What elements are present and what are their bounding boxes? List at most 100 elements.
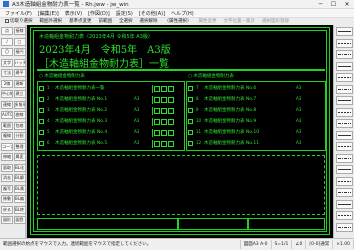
- line-style-button[interactable]: [336, 38, 353, 48]
- table-row[interactable]: 10 木造軸組金物耐力表 No.9 A3: [188, 118, 326, 128]
- row-checkbox[interactable]: [39, 130, 44, 135]
- tool-button[interactable]: BL解: [13, 174, 26, 182]
- line-style-button[interactable]: [336, 199, 353, 209]
- line-style-button[interactable]: [336, 107, 353, 117]
- tool-button[interactable]: BL化: [13, 163, 26, 172]
- row-checkbox[interactable]: [188, 130, 193, 135]
- tool-button[interactable]: 多角形: [13, 100, 26, 109]
- line-style-button[interactable]: [336, 130, 353, 140]
- maximize-button[interactable]: ☐: [327, 0, 340, 9]
- menu-view[interactable]: 表示(V): [62, 10, 85, 17]
- table-row[interactable]: 12 木造軸組金物耐力表 No.11 A3: [188, 140, 326, 150]
- tool-button[interactable]: 点: [1, 27, 13, 35]
- zoom-level[interactable]: ×1.00: [333, 240, 354, 249]
- tool-button[interactable]: 分割: [13, 132, 26, 140]
- table-row[interactable]: 3 木造軸組金物耐力表 No.2 A3: [39, 107, 184, 117]
- tool-button[interactable]: 複線: [1, 132, 13, 140]
- tool-button[interactable]: 建立: [13, 90, 26, 98]
- line-style-button[interactable]: [336, 176, 353, 186]
- tool-button[interactable]: ハッチ: [13, 58, 26, 67]
- line-style-button[interactable]: [336, 165, 353, 174]
- current-layer[interactable]: [0-0]通常: [306, 240, 334, 249]
- table-row[interactable]: 11 木造軸組金物耐力表 No.10 A3: [188, 129, 326, 139]
- attribute-select-button[interactable]: 〈属性選択〉: [163, 18, 194, 25]
- tool-button[interactable]: 整理: [13, 142, 26, 151]
- table-row[interactable]: 9 木造軸組金物耐力表 No.8 A3: [188, 107, 326, 117]
- table-row[interactable]: 6 木造軸組金物耐力表 No.5 A3: [39, 140, 184, 150]
- tool-button[interactable]: 建平: [13, 69, 26, 77]
- table-row[interactable]: 4 木造軸組金物耐力表 No.3 A3: [39, 118, 184, 128]
- menu-settings[interactable]: 設定(S): [113, 10, 136, 17]
- text-position-button[interactable]: 文字位置・集計: [222, 18, 258, 25]
- line-style-button[interactable]: [336, 153, 353, 163]
- attribute-change-button[interactable]: 属性変更: [197, 18, 219, 25]
- close-button[interactable]: ✕: [340, 0, 354, 9]
- tool-button[interactable]: 接円: [13, 48, 26, 56]
- menu-help[interactable]: ヘルプ(H): [168, 10, 197, 17]
- angle-readout[interactable]: ∠0: [292, 240, 307, 249]
- tool-button[interactable]: 面取: [1, 163, 13, 172]
- tool-button[interactable]: 連線: [1, 100, 13, 109]
- tool-button[interactable]: 中心線: [1, 90, 13, 98]
- line-style-button[interactable]: [336, 142, 353, 151]
- register-figure-button[interactable]: 選択図形登録: [260, 18, 291, 25]
- row-checkbox[interactable]: [39, 86, 44, 91]
- row-checkbox[interactable]: [188, 141, 193, 146]
- tool-button[interactable]: 寸法: [1, 69, 13, 77]
- tool-button[interactable]: □: [13, 37, 26, 46]
- row-checkbox[interactable]: [188, 108, 193, 113]
- tool-button[interactable]: 包絡: [13, 121, 26, 130]
- tool-button[interactable]: 〇: [1, 48, 13, 56]
- tool-button[interactable]: 移動: [1, 195, 13, 203]
- line-style-button[interactable]: [336, 119, 353, 128]
- tool-button[interactable]: 属変: [13, 153, 26, 161]
- tool-button[interactable]: BL属: [13, 184, 26, 193]
- deselect-button[interactable]: 選択解除: [138, 18, 160, 25]
- base-point-button[interactable]: 基準点変更: [67, 18, 94, 25]
- tool-button[interactable]: 消去: [1, 174, 13, 182]
- row-checkbox[interactable]: [188, 119, 193, 124]
- row-checkbox[interactable]: [39, 119, 44, 124]
- tool-button[interactable]: AUTO: [1, 111, 13, 119]
- tool-button[interactable]: コーナー: [1, 142, 13, 151]
- row-checkbox[interactable]: [188, 86, 193, 91]
- table-row[interactable]: 7 木造軸組金物耐力表 No.6 A3: [188, 85, 326, 95]
- line-style-button[interactable]: [336, 84, 353, 94]
- tool-button[interactable]: 曲線: [13, 111, 26, 119]
- line-style-button[interactable]: [336, 211, 353, 220]
- prev-range-button[interactable]: 前範囲: [97, 18, 115, 25]
- tool-button[interactable]: 文字: [1, 58, 13, 67]
- tool-button[interactable]: 伸縮: [1, 153, 13, 161]
- tool-button[interactable]: 範囲: [1, 121, 13, 130]
- minimize-button[interactable]: ─: [314, 0, 327, 9]
- tool-button[interactable]: 建断: [13, 79, 26, 88]
- line-style-button[interactable]: [336, 222, 353, 232]
- line-style-button[interactable]: [336, 50, 353, 59]
- line-style-button[interactable]: [336, 27, 353, 36]
- tool-button[interactable]: /: [1, 37, 13, 46]
- line-style-button[interactable]: [336, 61, 353, 71]
- menu-edit[interactable]: [編集(E)]: [35, 10, 62, 17]
- row-checkbox[interactable]: [188, 97, 193, 102]
- tool-button[interactable]: 図形: [1, 216, 13, 224]
- menu-other[interactable]: [その他(A)]: [136, 10, 168, 17]
- drawing-scale[interactable]: S=1/1: [272, 240, 293, 249]
- paper-size[interactable]: 図面A3 A-0: [241, 240, 272, 249]
- tool-button[interactable]: BL終: [13, 205, 26, 214]
- tool-button[interactable]: 接線: [13, 27, 26, 35]
- tool-button[interactable]: 2線: [1, 79, 13, 88]
- row-checkbox[interactable]: [39, 108, 44, 113]
- tool-button[interactable]: BL編: [13, 195, 26, 203]
- menu-file[interactable]: ファイル(F): [2, 10, 35, 17]
- tool-button[interactable]: 図登: [13, 216, 26, 224]
- cut-select-checkbox[interactable]: 切取り選択: [3, 18, 35, 25]
- menu-draw[interactable]: [作図(D)]: [85, 10, 113, 17]
- line-style-button[interactable]: [336, 73, 353, 82]
- line-style-button[interactable]: [336, 96, 353, 105]
- table-row[interactable]: 5 木造軸組金物耐力表 No.4 A3: [39, 129, 184, 139]
- table-row[interactable]: 8 木造軸組金物耐力表 No.7 A3: [188, 96, 326, 106]
- tool-button[interactable]: 複写: [1, 184, 13, 193]
- drawing-canvas[interactable]: 木造軸組金物耐力表（2023年4月 令和5年 A3版） 2023年4月 令和5年…: [27, 25, 333, 238]
- table-row[interactable]: 2 木造軸組金物耐力表 No.1 A3: [39, 96, 184, 106]
- outside-select-button[interactable]: 範囲外選択: [38, 18, 65, 25]
